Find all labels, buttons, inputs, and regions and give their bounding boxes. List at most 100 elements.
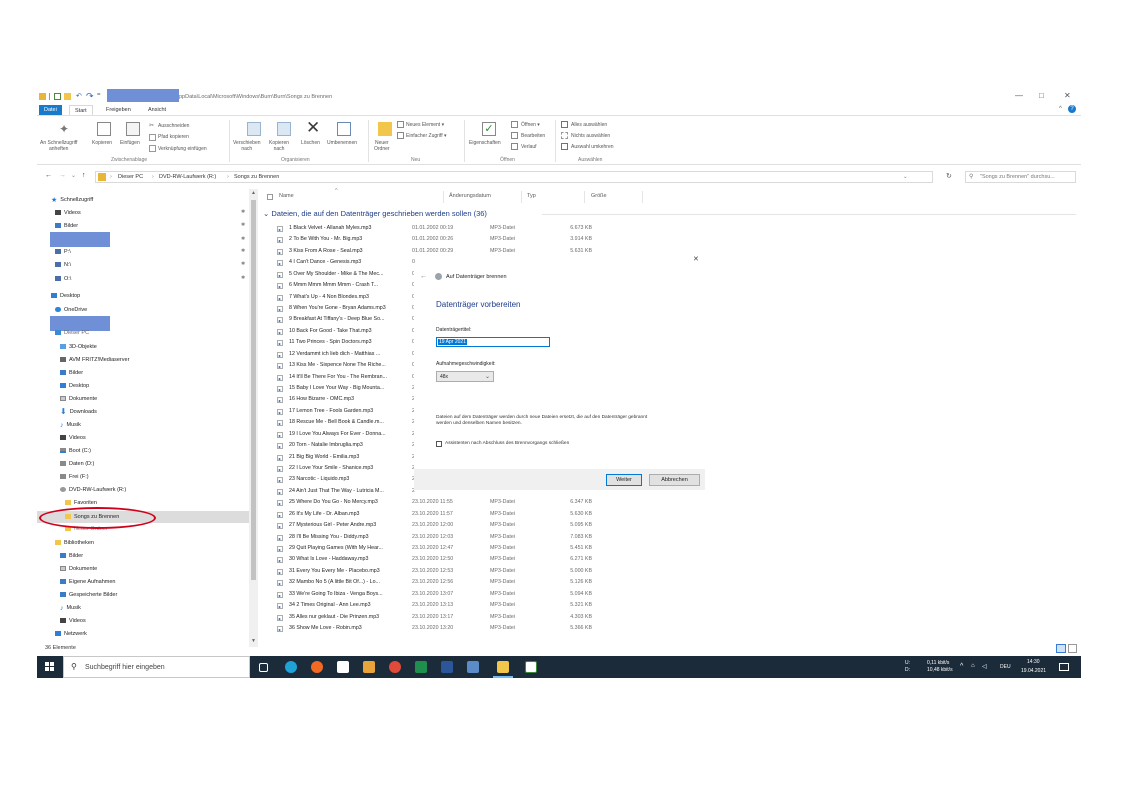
properties-button[interactable]: Eigenschaften [469,140,501,146]
nav-item-videos[interactable]: Videos [55,208,81,218]
copy-button[interactable]: Kopieren [92,140,112,146]
file-row[interactable]: 30 What Is Love - Haddaway.mp3 23.10.2020… [277,554,617,565]
nav-network[interactable]: Netzwerk [55,629,87,639]
new-folder-button[interactable]: Neuer Ordner [374,140,390,152]
disc-title-input[interactable]: 19 Apr 2021 [436,337,550,347]
move-to-button[interactable]: Verschieben nach [233,140,261,152]
column-type[interactable]: Typ [527,193,536,199]
delete-button[interactable]: Löschen [301,140,320,146]
breadcrumb-this-pc[interactable]: Dieser PC [118,174,143,180]
close-wizard-checkbox[interactable] [436,441,442,447]
nav-scrollbar-thumb[interactable] [251,200,256,580]
file-row[interactable]: 2 To Be With You - Mr. Big.mp3 01.01.2002… [277,234,617,245]
nav-item-3d-objects[interactable]: 3D-Objekte [60,342,97,352]
nav-item-mediaserver[interactable]: AVM FRITZ!Mediaserver [60,355,129,365]
file-row[interactable]: 1 Black Velvet - Allanah Myles.mp3 01.01.… [277,223,617,234]
nav-libraries[interactable]: Bibliotheken [55,538,94,548]
nav-lib-recordings[interactable]: Eigene Aufnahmen [60,577,115,587]
select-all-button[interactable]: Alles auswählen [571,122,607,128]
rename-button[interactable]: Umbenennen [327,140,357,146]
column-divider[interactable] [642,191,643,203]
windows-start-icon[interactable] [45,662,55,672]
new-folder-icon[interactable] [64,93,71,100]
breadcrumb-songs-folder[interactable]: Songs zu Brennen [234,174,279,180]
file-row[interactable]: 3 Kiss From A Rose - Seal.mp3 01.01.2002 … [277,246,617,257]
help-icon[interactable]: ? [1068,105,1076,113]
file-row[interactable]: 34 2 Times Original - Ann Lee.mp3 23.10.2… [277,600,617,611]
column-name[interactable]: Name [279,193,294,199]
firefox-icon[interactable] [311,661,323,673]
copy-path-button[interactable]: Pfad kopieren [158,134,189,140]
tray-caret-icon[interactable]: ^ [960,663,963,670]
nav-this-pc[interactable]: Dieser PC [55,328,89,338]
file-row[interactable]: 29 Quit Playing Games (With My Hear... 23… [277,543,617,554]
column-divider[interactable] [521,191,522,203]
forward-button[interactable]: → [59,172,66,179]
address-bar[interactable]: › Dieser PC › DVD-RW-Laufwerk (R:) › Son… [95,171,933,183]
nav-item-drive-f[interactable]: Frei (F:) [60,472,89,482]
tab-view[interactable]: Ansicht [143,105,171,115]
maximize-button[interactable]: □ [1039,91,1044,100]
pin-quick-access-button[interactable]: An Schnellzugriff anheften [40,140,77,152]
file-row[interactable]: 33 We're Going To Ibiza - Venga Boys... 2… [277,589,617,600]
app-icon[interactable] [467,661,479,673]
app-icon[interactable] [441,661,453,673]
nav-item-documents[interactable]: Dokumente [60,394,97,404]
nav-lib-videos[interactable]: Videos [60,616,86,626]
nav-item-drive-d[interactable]: Daten (D:) [60,459,94,469]
breadcrumb-dvd-drive[interactable]: DVD-RW-Laufwerk (R:) [159,174,216,180]
file-row[interactable]: 31 Every You Every Me - Placebo.mp3 23.10… [277,566,617,577]
store-icon[interactable] [337,661,349,673]
nav-item-p-drive[interactable]: P:\ [55,247,71,257]
nav-item-desktop[interactable]: Desktop [60,381,89,391]
nav-item-dvd-drive[interactable]: DVD-RW-Laufwerk (R:) [60,485,126,495]
nav-lib-documents[interactable]: Dokumente [60,564,97,574]
file-row[interactable]: 36 Show Me Love - Robin.mp3 23.10.2020 13… [277,623,617,634]
language-indicator[interactable]: DEU [1000,664,1011,670]
app-icon[interactable] [363,661,375,673]
volume-icon[interactable]: ◁ [982,663,987,670]
scroll-up-icon[interactable]: ▲ [251,190,256,196]
scroll-down-icon[interactable]: ▼ [251,638,256,644]
nav-item-downloads[interactable]: ⬇ Downloads [60,407,97,417]
nav-item-n-drive[interactable]: N:\ [55,260,71,270]
select-none-button[interactable]: Nichts auswählen [571,133,610,139]
notepad-icon[interactable] [525,661,537,673]
column-divider[interactable] [443,191,444,203]
column-date[interactable]: Änderungsdatum [449,193,491,199]
tab-file[interactable]: Datei [39,105,62,115]
recent-locations-button[interactable]: ⌄ [71,172,76,179]
nav-lib-pictures[interactable]: Bilder [60,551,83,561]
nav-desktop[interactable]: Desktop [51,291,80,301]
search-box[interactable]: ⚲ "Songs zu Brennen" durchsu... [965,171,1076,183]
properties-icon[interactable] [54,93,61,100]
nav-lib-saved-pictures[interactable]: Gespeicherte Bilder [60,590,117,600]
excel-icon[interactable] [415,661,427,673]
dialog-back-button[interactable]: ← [420,273,427,280]
back-button[interactable]: ← [45,172,52,179]
paste-button[interactable]: Einfügen [120,140,140,146]
edit-button[interactable]: Bearbeiten [521,133,545,139]
task-view-icon[interactable] [259,663,268,672]
tab-start[interactable]: Start [69,105,93,115]
clock-date[interactable]: 19.04.2021 [1021,668,1046,674]
address-dropdown-icon[interactable]: ⌄ [903,174,908,180]
file-row[interactable]: 35 Alles nur geklaut - Die Prinzen.mp3 23… [277,612,617,623]
nav-item-pictures[interactable]: Bilder [55,221,78,231]
easy-access-button[interactable]: Einfacher Zugriff ▾ [406,133,447,139]
close-button[interactable]: ✕ [1064,91,1071,100]
new-item-button[interactable]: Neues Element ▾ [406,122,444,128]
dialog-close-button[interactable]: ✕ [693,255,699,263]
select-all-checkbox[interactable] [267,194,273,200]
paste-shortcut-button[interactable]: Verknüpfung einfügen [158,146,207,152]
taskbar-search-box[interactable]: ⚲ Suchbegriff hier eingeben [63,656,250,678]
history-button[interactable]: Verlauf [521,144,537,150]
next-button[interactable]: Weiter [606,474,642,486]
open-button[interactable]: Öffnen ▾ [521,122,540,128]
invert-selection-button[interactable]: Auswahl umkehren [571,144,614,150]
nav-item-music[interactable]: ♪ Musik [60,420,81,430]
file-row[interactable]: 28 I'll Be Missing You - Diddy.mp3 23.10.… [277,532,617,543]
notifications-icon[interactable] [1059,663,1069,671]
nav-item-videos[interactable]: Videos [60,433,86,443]
refresh-button[interactable]: ↻ [946,172,952,180]
